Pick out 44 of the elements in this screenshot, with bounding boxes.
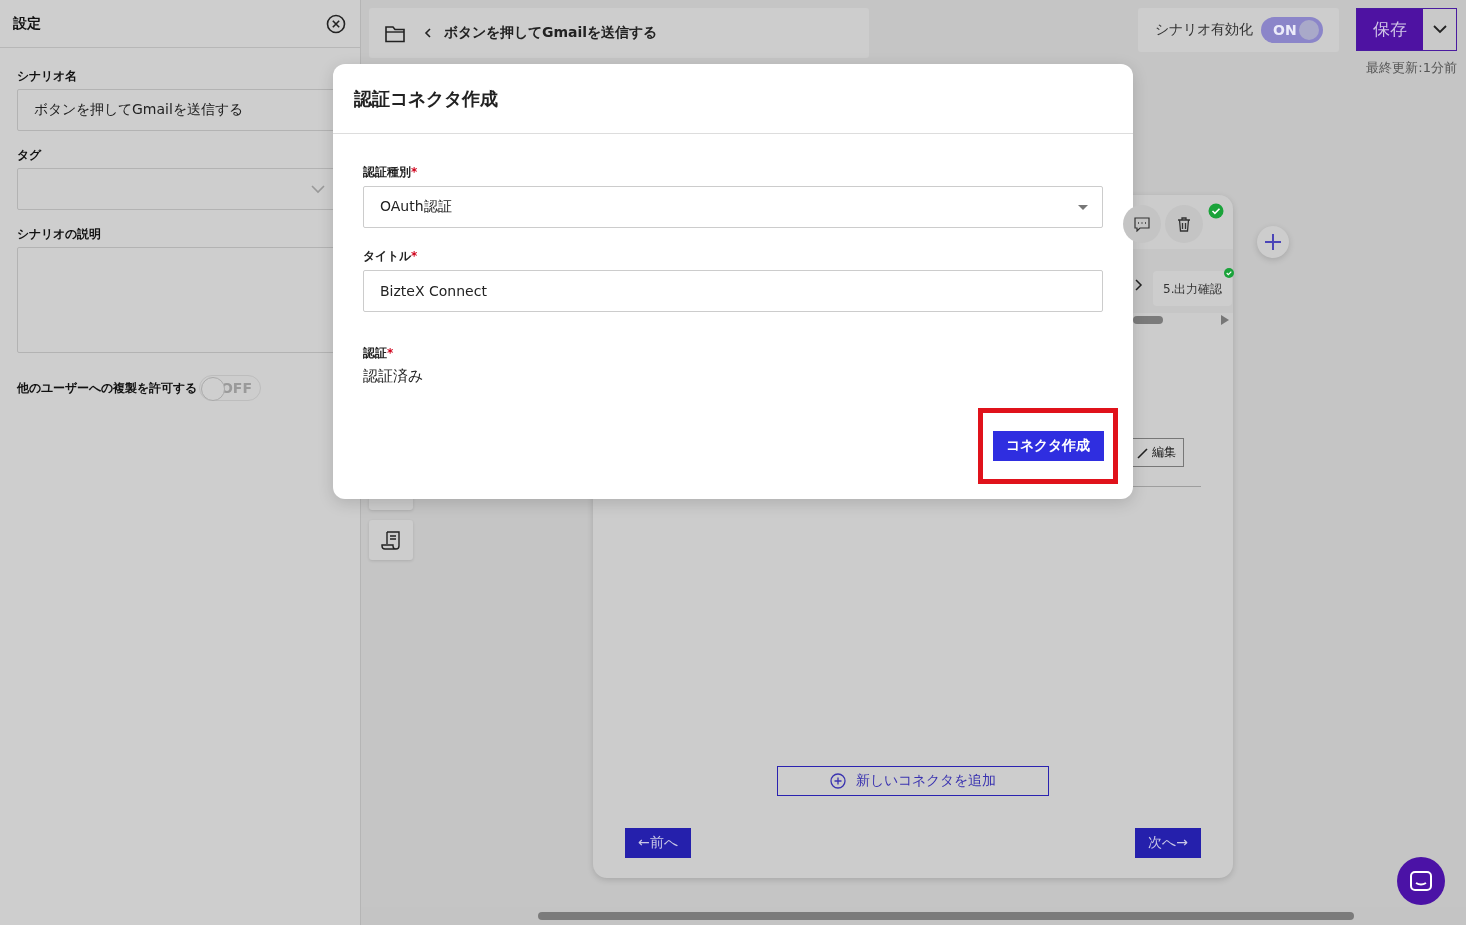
- chevron-right-icon: [1135, 279, 1143, 291]
- plus-circle-icon: [830, 773, 846, 789]
- chat-button[interactable]: [1397, 857, 1445, 905]
- save-button[interactable]: 保存: [1357, 9, 1423, 50]
- scroll-right-icon: [1221, 315, 1229, 325]
- title-field[interactable]: BizteX Connect: [363, 270, 1103, 312]
- create-connector-button[interactable]: コネクタ作成: [992, 431, 1104, 461]
- caret-icon: [1078, 205, 1088, 210]
- folder-icon: [384, 23, 406, 43]
- dropdown-button[interactable]: [1423, 9, 1456, 50]
- document-icon: [381, 529, 401, 551]
- dialog-title: 認証コネクタ作成: [333, 64, 1133, 134]
- step-chip[interactable]: 5.出力確認: [1153, 271, 1233, 306]
- field-label: 認証*: [363, 345, 395, 362]
- close-icon[interactable]: [326, 13, 346, 34]
- field-label: タイトル*: [363, 248, 419, 265]
- trash-icon: [1177, 216, 1191, 232]
- status-text: 認証済み: [363, 367, 424, 386]
- chat-icon: [1410, 871, 1432, 891]
- toggle-label: 他のユーザーへの複製を許可する: [17, 379, 197, 397]
- scenario-title: ボタンを押してGmailを送信する: [444, 24, 658, 42]
- toolbar-button[interactable]: [369, 520, 413, 560]
- auth-type-select[interactable]: OAuth認証: [363, 186, 1103, 228]
- add-step-button[interactable]: [1257, 226, 1289, 258]
- back-icon[interactable]: [424, 28, 432, 38]
- field-label: 認証種別*: [363, 164, 419, 181]
- status-check-icon: [1208, 203, 1224, 219]
- plus-icon: [1265, 234, 1281, 250]
- chevron-down-icon: [1432, 25, 1447, 34]
- comment-icon: [1134, 216, 1150, 232]
- previous-button[interactable]: ←前へ: [625, 828, 691, 858]
- last-updated-text: 最終更新:1分前: [1366, 59, 1457, 77]
- add-connector-button[interactable]: 新しいコネクタを追加: [777, 766, 1049, 796]
- field-label: シナリオ名: [17, 68, 78, 85]
- chevron-down-icon: [311, 185, 325, 194]
- delete-button[interactable]: [1165, 205, 1203, 243]
- edit-button[interactable]: 編集: [1130, 438, 1184, 467]
- field-label: シナリオの説明: [17, 226, 102, 243]
- scrollbar-thumb: [1133, 316, 1163, 324]
- toggle-label: シナリオ有効化: [1155, 21, 1253, 39]
- pencil-icon: [1137, 446, 1148, 459]
- panel-title: 設定: [13, 14, 41, 33]
- next-button[interactable]: 次へ→: [1135, 828, 1201, 858]
- field-label: タグ: [17, 147, 43, 164]
